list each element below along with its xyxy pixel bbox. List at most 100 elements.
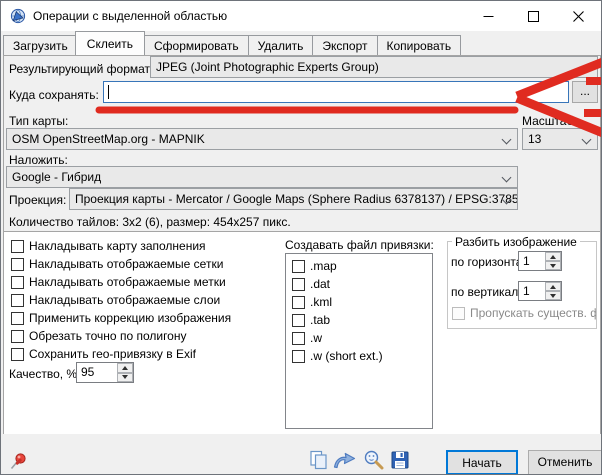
format-select[interactable]: JPEG (Joint Photographic Experts Group) [150, 56, 598, 78]
checkbox-box[interactable] [292, 314, 305, 327]
projection-select[interactable]: Проекция карты - Mercator / Google Maps … [69, 188, 518, 210]
text-caret [108, 85, 109, 99]
checkbox-label: .kml [310, 295, 332, 309]
overlay-select[interactable]: Google - Гибрид [6, 166, 518, 188]
checkbox-label: .w [310, 331, 322, 345]
checkbox-box[interactable] [11, 276, 24, 289]
spinner-down-button[interactable] [117, 373, 133, 383]
cancel-button[interactable]: Отменить [528, 450, 602, 475]
georef-files-listbox[interactable]: .map .dat .kml .tab .w .w (short ext.) [285, 253, 433, 429]
spinner-down-button[interactable] [545, 291, 561, 300]
checkbox-overlay-grids[interactable]: Накладывать отображаемые сетки [11, 257, 223, 271]
checkbox-box[interactable] [292, 332, 305, 345]
map-type-label: Тип карты: [9, 114, 68, 128]
checkbox-box[interactable] [11, 348, 24, 361]
split-horizontal-value: 1 [519, 252, 545, 270]
checkbox-box[interactable] [11, 294, 24, 307]
checkbox-label: Сохранить гео-привязку в Exif [29, 347, 196, 361]
dialog-window: Операции с выделенной областью Загрузить… [0, 0, 602, 475]
projection-label: Проекция: [9, 193, 66, 207]
split-vertical-value: 1 [519, 282, 545, 300]
quality-spinner[interactable]: 95 [76, 362, 134, 383]
save-path-field[interactable] [103, 81, 569, 103]
checkbox-label: Накладывать отображаемые сетки [29, 257, 223, 271]
checkbox-box[interactable] [292, 296, 305, 309]
tab-generate[interactable]: Сформировать [144, 35, 249, 55]
start-button[interactable]: Начать [446, 450, 518, 475]
scale-value: 13 [528, 132, 541, 146]
tab-export[interactable]: Экспорт [312, 35, 377, 55]
checkbox-label: .w (short ext.) [310, 349, 383, 363]
quality-label: Качество, % [9, 367, 77, 381]
close-button[interactable] [556, 1, 601, 31]
arrow-down-icon [550, 264, 556, 268]
checkbox-tab-file[interactable]: .tab [292, 313, 330, 327]
browse-button[interactable]: ... [572, 81, 598, 103]
checkbox-label: Применить коррекцию изображения [29, 311, 231, 325]
split-horizontal-spinner[interactable]: 1 [518, 251, 562, 271]
tab-download[interactable]: Загрузить [3, 35, 78, 55]
title-bar[interactable]: Операции с выделенной областью [1, 1, 601, 31]
checkbox-crop-polygon[interactable]: Обрезать точно по полигону [11, 329, 186, 343]
checkbox-label: .tab [310, 313, 330, 327]
checkbox-skip-existing: Пропускать существ. файл [452, 306, 596, 320]
tab-stitch[interactable]: Склеить [75, 31, 145, 55]
save-settings-icon[interactable] [390, 449, 410, 471]
checkbox-w-short-file[interactable]: .w (short ext.) [292, 349, 383, 363]
scale-select[interactable]: 13 [522, 128, 598, 150]
arrow-up-icon [122, 366, 128, 370]
spinner-up-button[interactable] [545, 282, 561, 291]
checkbox-image-correction[interactable]: Применить коррекцию изображения [11, 311, 231, 325]
checkbox-label: Обрезать точно по полигону [29, 329, 186, 343]
tab-delete[interactable]: Удалить [248, 35, 314, 55]
quality-value: 95 [77, 363, 117, 382]
format-value: JPEG (Joint Photographic Experts Group) [156, 60, 379, 74]
tab-copy[interactable]: Копировать [377, 35, 462, 55]
checkbox-label: Пропускать существ. файл [470, 306, 596, 320]
spinner-up-button[interactable] [545, 252, 561, 261]
overlay-label: Наложить: [9, 153, 68, 167]
checkbox-overlay-fill-map[interactable]: Накладывать карту заполнения [11, 239, 206, 253]
checkbox-overlay-layers[interactable]: Накладывать отображаемые слои [11, 293, 220, 307]
checkbox-box[interactable] [11, 258, 24, 271]
arrow-up-icon [550, 285, 556, 289]
zoom-preview-icon[interactable] [363, 449, 385, 471]
arrow-down-icon [550, 294, 556, 298]
checkbox-dat-file[interactable]: .dat [292, 277, 330, 291]
checkbox-box[interactable] [11, 240, 24, 253]
spinner-up-button[interactable] [117, 363, 133, 373]
save-path-input[interactable] [107, 83, 565, 101]
projection-value: Проекция карты - Mercator / Google Maps … [75, 192, 518, 206]
checkbox-box [452, 307, 465, 320]
map-type-select[interactable]: OSM OpenStreetMap.org - MAPNIK [6, 128, 518, 150]
checkbox-label: .map [310, 259, 337, 273]
pin-icon[interactable] [9, 452, 28, 471]
maximize-button[interactable] [511, 1, 556, 31]
map-type-value: OSM OpenStreetMap.org - MAPNIK [12, 132, 205, 146]
arrow-down-icon [122, 375, 128, 379]
spinner-down-button[interactable] [545, 261, 561, 270]
minimize-button[interactable] [466, 1, 511, 31]
scale-label: Масштаб: [522, 114, 577, 128]
split-vertical-spinner[interactable]: 1 [518, 281, 562, 301]
checkbox-kml-file[interactable]: .kml [292, 295, 332, 309]
copy-icon[interactable] [308, 449, 330, 471]
split-image-group-label: Разбить изображение [452, 235, 580, 249]
checkbox-label: .dat [310, 277, 330, 291]
checkbox-overlay-marks[interactable]: Накладывать отображаемые метки [11, 275, 226, 289]
checkbox-w-file[interactable]: .w [292, 331, 322, 345]
format-label: Результирующий формат: [9, 62, 153, 76]
checkbox-exif-georef[interactable]: Сохранить гео-привязку в Exif [11, 347, 196, 361]
go-to-icon[interactable] [332, 448, 358, 470]
checkbox-box[interactable] [11, 330, 24, 343]
georef-files-label: Создавать файл привязки: [285, 238, 434, 252]
checkbox-box[interactable] [292, 278, 305, 291]
overlay-value: Google - Гибрид [12, 170, 101, 184]
checkbox-label: Накладывать карту заполнения [29, 239, 206, 253]
minimize-icon [483, 11, 494, 22]
checkbox-box[interactable] [292, 260, 305, 273]
chevron-down-icon [502, 135, 512, 145]
checkbox-box[interactable] [292, 350, 305, 363]
checkbox-map-file[interactable]: .map [292, 259, 337, 273]
checkbox-box[interactable] [11, 312, 24, 325]
